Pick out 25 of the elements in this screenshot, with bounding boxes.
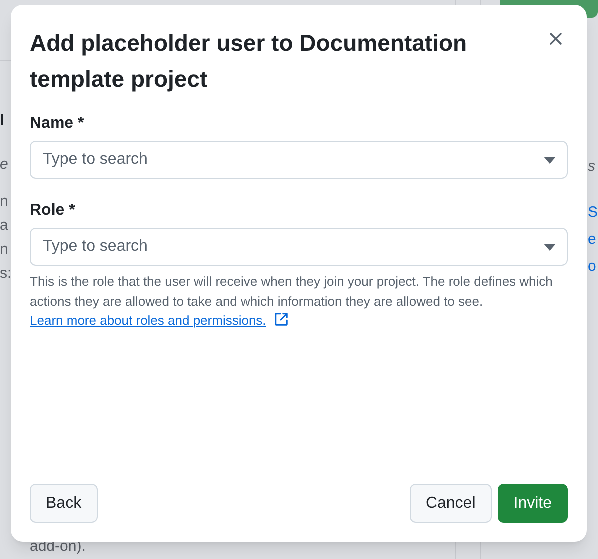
external-link-icon[interactable] (274, 312, 290, 327)
select-field[interactable]: Type to search (30, 228, 568, 266)
field-label: Name * (30, 114, 86, 134)
text-fragment: e (588, 230, 598, 250)
help-text: This is the role that the user will receive when they join your project. The role defines which actions they are allowed to take and which information they are allowed to see. Learn more about roles and permissions. (30, 273, 554, 330)
invite-button[interactable]: Invite (498, 484, 568, 523)
text-fragment: n (0, 240, 10, 260)
field-label: Role * (30, 201, 76, 221)
back-button[interactable]: Back (30, 484, 98, 523)
text-fragment: a (0, 216, 10, 236)
text-fragment: s (588, 157, 596, 177)
text-fragment: S (588, 203, 598, 223)
text-fragment: s: (0, 264, 12, 284)
cancel-button[interactable]: Cancel (410, 484, 492, 523)
text-fragment: n (0, 192, 10, 212)
text-fragment: l (0, 111, 6, 131)
caret-icon (544, 244, 556, 251)
help-link[interactable]: Learn more about roles and permissions. (30, 313, 266, 328)
text-fragment: e (0, 155, 10, 175)
caret-icon (544, 157, 556, 164)
select-field[interactable]: Type to search (30, 141, 568, 179)
text-fragment: add-on). (30, 538, 86, 555)
text-fragment: o (588, 257, 598, 277)
dialog-title: Add placeholder user to Documentation template project (30, 29, 468, 94)
close-icon (549, 32, 563, 46)
